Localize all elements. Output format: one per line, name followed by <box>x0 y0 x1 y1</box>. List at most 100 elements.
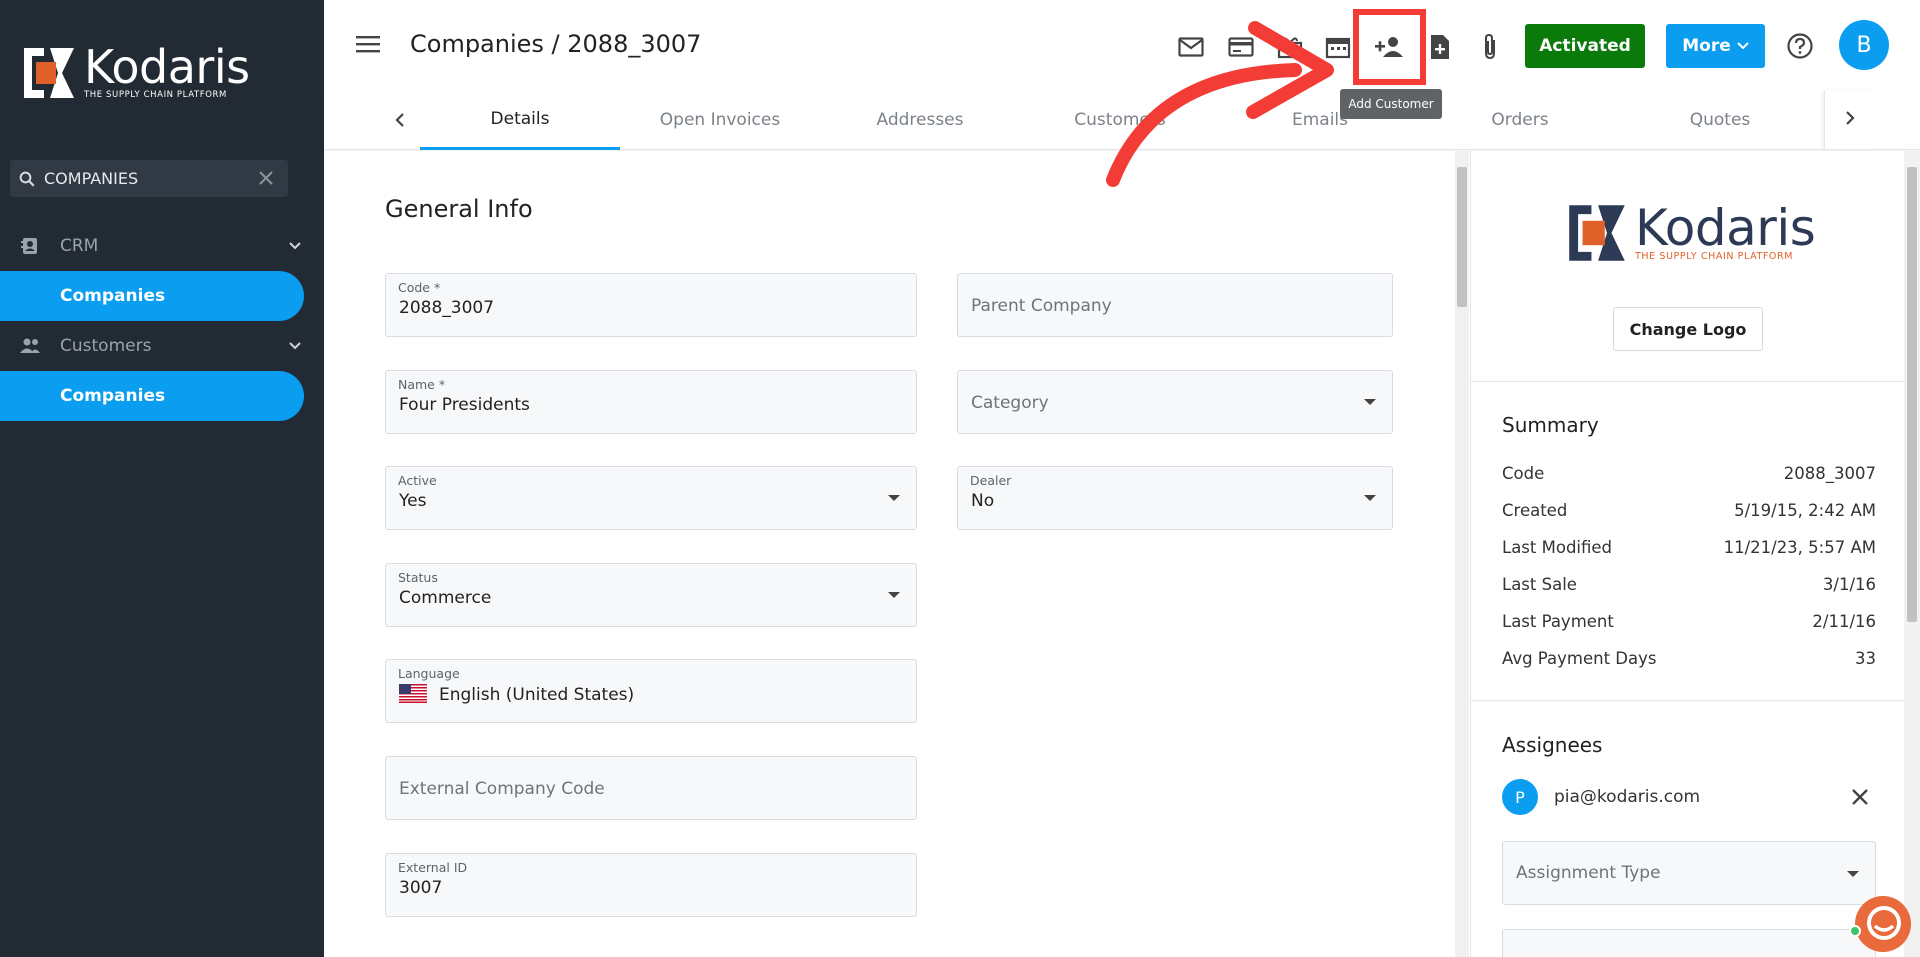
chat-widget[interactable] <box>1855 896 1911 952</box>
tab-quotes[interactable]: Quotes <box>1620 90 1820 150</box>
user-avatar[interactable]: B <box>1839 20 1889 70</box>
panel-scrollbar[interactable] <box>1904 151 1920 957</box>
summary-row: Last Payment 2/11/16 <box>1502 603 1876 640</box>
field-label: Active <box>398 473 437 488</box>
company-logo-tagline: THE SUPPLY CHAIN PLATFORM <box>1635 250 1794 262</box>
assignee-avatar: P <box>1502 779 1538 815</box>
contact-card-icon <box>0 236 60 256</box>
field-value: English (United States) <box>399 684 634 705</box>
field-value: 3007 <box>399 878 443 898</box>
assignee-email: pia@kodaris.com <box>1554 787 1701 807</box>
kodaris-logo[interactable]: Kodaris THE SUPPLY CHAIN PLATFORM <box>22 44 250 100</box>
form-scrollbar[interactable] <box>1455 151 1469 957</box>
attachment-icon[interactable] <box>1475 32 1505 62</box>
field-value: 2088_3007 <box>399 298 495 318</box>
hamburger-menu-icon[interactable] <box>356 34 382 58</box>
scrollbar-thumb[interactable] <box>1457 167 1467 307</box>
activated-button[interactable]: Activated <box>1525 24 1645 68</box>
tab-open-invoices[interactable]: Open Invoices <box>620 90 820 150</box>
add-document-icon[interactable] <box>1425 32 1455 62</box>
sidebar-item-customer-companies[interactable]: Companies <box>0 371 304 421</box>
parent-company-field[interactable]: Parent Company <box>957 273 1393 337</box>
active-select[interactable]: Active Yes <box>385 466 917 530</box>
company-logo-mark-icon <box>1569 205 1625 261</box>
summary-row: Created 5/19/15, 2:42 AM <box>1502 492 1876 529</box>
summary-row: Last Modified 11/21/23, 5:57 AM <box>1502 529 1876 566</box>
code-field[interactable]: Code * 2088_3007 <box>385 273 917 337</box>
chevron-down-icon <box>288 338 302 358</box>
name-field[interactable]: Name * Four Presidents <box>385 370 917 434</box>
sidebar-group-label: Customers <box>60 336 152 356</box>
remove-assignee-icon[interactable] <box>1850 787 1870 811</box>
chat-icon <box>1867 906 1901 940</box>
language-select[interactable]: Language English (United States) <box>385 659 917 723</box>
us-flag-icon <box>399 684 427 703</box>
assignment-type-select[interactable]: Assignment Type <box>1502 841 1876 905</box>
sidebar-group-crm[interactable]: CRM <box>0 222 324 270</box>
sidebar-item-label: Companies <box>60 386 166 406</box>
sidebar-item-label: Companies <box>60 286 166 306</box>
help-icon[interactable] <box>1786 32 1814 64</box>
field-placeholder: Category <box>971 393 1049 413</box>
summary-value: 5/19/15, 2:42 AM <box>1734 501 1876 520</box>
tabs-scroll-right[interactable] <box>1824 90 1874 150</box>
clear-search-icon[interactable] <box>258 170 274 190</box>
field-label: Language <box>398 666 460 681</box>
external-id-field[interactable]: External ID 3007 <box>385 853 917 917</box>
annotation-arrow-icon <box>1106 21 1334 187</box>
summary-label: Last Payment <box>1502 612 1614 631</box>
dropdown-arrow-icon <box>1847 871 1859 877</box>
sidebar-group-label: CRM <box>60 236 99 256</box>
summary-value: 3/1/16 <box>1822 575 1876 594</box>
page-title: Companies / 2088_3007 <box>410 30 702 58</box>
logo-tagline: THE SUPPLY CHAIN PLATFORM <box>84 90 227 100</box>
assignee-row: P pia@kodaris.com <box>1502 778 1876 816</box>
summary-label: Created <box>1502 501 1568 520</box>
tab-addresses[interactable]: Addresses <box>820 90 1020 150</box>
chevron-right-icon <box>1844 110 1856 130</box>
details-form: General Info Code * 2088_3007 Parent Com… <box>324 151 1454 957</box>
dropdown-arrow-icon <box>888 592 900 598</box>
dropdown-arrow-icon <box>1364 399 1376 405</box>
category-select[interactable]: Category <box>957 370 1393 434</box>
sidebar: Kodaris THE SUPPLY CHAIN PLATFORM CRM Co… <box>0 0 324 957</box>
change-logo-button[interactable]: Change Logo <box>1613 307 1763 351</box>
search-icon <box>10 170 44 188</box>
chevron-left-icon[interactable] <box>388 108 412 132</box>
tab-details[interactable]: Details <box>420 90 620 150</box>
summary-label: Last Sale <box>1502 575 1577 594</box>
online-status-dot <box>1849 925 1861 937</box>
field-value: No <box>971 491 995 511</box>
assignee-input[interactable] <box>1502 929 1876 957</box>
company-logo-wordmark: Kodaris <box>1635 198 1816 257</box>
scrollbar-thumb[interactable] <box>1907 167 1917 622</box>
summary-panel: Kodaris THE SUPPLY CHAIN PLATFORM Change… <box>1470 151 1905 957</box>
field-value: Yes <box>399 491 427 511</box>
summary-label: Code <box>1502 464 1545 483</box>
divider <box>1471 700 1905 701</box>
status-select[interactable]: Status Commerce <box>385 563 917 627</box>
sidebar-item-companies[interactable]: Companies <box>0 271 304 321</box>
field-label: Name * <box>398 377 446 392</box>
dealer-select[interactable]: Dealer No <box>957 466 1393 530</box>
external-company-code-field[interactable]: External Company Code <box>385 756 917 820</box>
sidebar-group-customers[interactable]: Customers <box>0 322 324 370</box>
dropdown-arrow-icon <box>888 495 900 501</box>
summary-label: Avg Payment Days <box>1502 649 1657 668</box>
field-label: Dealer <box>970 473 1012 488</box>
language-value: English (United States) <box>439 685 635 705</box>
section-title: General Info <box>385 195 533 223</box>
field-label: Status <box>398 570 438 585</box>
summary-row: Last Sale 3/1/16 <box>1502 566 1876 603</box>
field-label: Code * <box>398 280 441 295</box>
field-placeholder: Parent Company <box>971 296 1112 316</box>
divider <box>1471 381 1905 382</box>
summary-value: 33 <box>1855 649 1876 668</box>
summary-value: 2088_3007 <box>1783 464 1876 483</box>
summary-label: Last Modified <box>1502 538 1613 557</box>
field-placeholder: External Company Code <box>399 779 605 799</box>
summary-value: 11/21/23, 5:57 AM <box>1723 538 1876 557</box>
tab-orders[interactable]: Orders <box>1420 90 1620 150</box>
sidebar-search-input[interactable] <box>44 169 244 188</box>
more-button[interactable]: More <box>1666 24 1765 68</box>
